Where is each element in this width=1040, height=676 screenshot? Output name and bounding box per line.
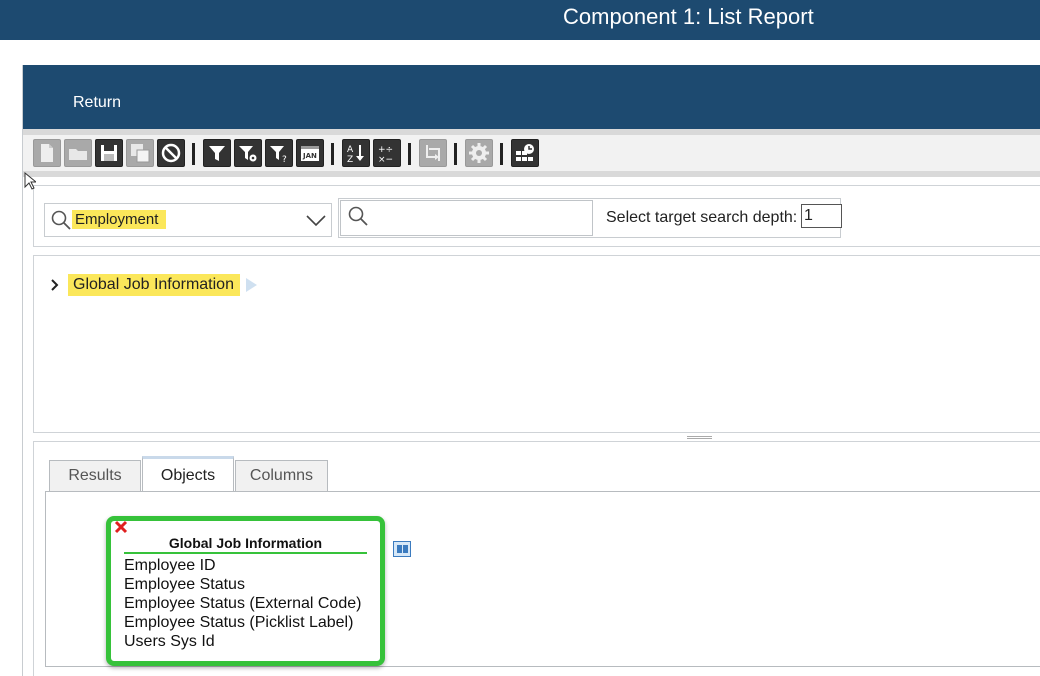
toolbar-separator xyxy=(454,143,457,165)
object-field[interactable]: Employee Status (External Code) xyxy=(124,594,361,613)
filter-settings-button[interactable] xyxy=(234,139,262,167)
save-as-button[interactable] xyxy=(126,139,154,167)
folder-icon xyxy=(69,149,87,160)
category-dropdown[interactable]: Employment xyxy=(44,203,332,237)
search-depth-label: Select target search depth: xyxy=(606,209,798,226)
save-button[interactable] xyxy=(95,139,123,167)
bottom-panel: Results Objects Columns Global Job Infor… xyxy=(33,441,1040,676)
cancel-button[interactable] xyxy=(157,139,185,167)
floppy-icon xyxy=(101,145,117,161)
search-box: Select target search depth: 1 xyxy=(338,198,842,238)
svg-text:A: A xyxy=(347,145,354,155)
document-icon xyxy=(41,144,53,162)
chevron-down-icon[interactable] xyxy=(305,211,327,229)
object-field[interactable]: Employee Status (Picklist Label) xyxy=(124,613,361,632)
gear-icon xyxy=(469,143,489,163)
svg-text:×−: ×− xyxy=(378,155,393,164)
floppy-copy-icon xyxy=(131,144,150,163)
object-field-list: Employee ID Employee Status Employee Sta… xyxy=(124,556,361,651)
toolbar: ? JAN AZ +÷ ×− xyxy=(23,129,1040,177)
new-document-button[interactable] xyxy=(33,139,61,167)
sort-az-icon: AZ xyxy=(347,145,364,164)
search-icon xyxy=(348,206,368,226)
plus-minus-times-icon: +÷×− xyxy=(378,145,393,164)
chevron-right-icon[interactable] xyxy=(50,279,60,291)
tree-node-label: Global Job Information xyxy=(68,274,240,296)
object-field[interactable]: Employee Status xyxy=(124,575,361,594)
close-icon[interactable] xyxy=(114,520,128,534)
tab-objects[interactable]: Objects xyxy=(142,456,234,493)
filter-gear-icon xyxy=(239,146,257,162)
filter-prompt-button[interactable]: ? xyxy=(265,139,293,167)
svg-text:?: ? xyxy=(282,155,287,164)
title-bar: Component 1: List Report xyxy=(0,0,1040,40)
panel-splitter[interactable] xyxy=(687,436,712,439)
category-value: Employment xyxy=(72,210,167,229)
search-depth-input[interactable]: 1 xyxy=(801,204,842,228)
filter-question-icon: ? xyxy=(270,146,287,164)
svg-text:Z: Z xyxy=(347,155,353,164)
join-button[interactable] xyxy=(419,139,447,167)
object-card[interactable]: Global Job Information Employee ID Emplo… xyxy=(106,516,385,666)
grid-clock-icon xyxy=(516,144,534,161)
svg-text:+÷: +÷ xyxy=(378,145,393,155)
calculation-button[interactable]: +÷ ×− xyxy=(373,139,401,167)
tab-columns[interactable]: Columns xyxy=(235,460,328,492)
return-link[interactable]: Return xyxy=(73,94,121,112)
calendar-jan-icon: JAN xyxy=(301,146,319,161)
search-area: Employment Select target search depth: 1 xyxy=(33,185,1040,247)
tab-results[interactable]: Results xyxy=(49,460,141,492)
mouse-cursor-icon xyxy=(24,172,36,190)
table-view-icon[interactable] xyxy=(393,541,411,557)
no-entry-icon xyxy=(161,143,181,163)
tree-node-global-job-information[interactable]: Global Job Information xyxy=(50,272,257,298)
object-card-title: Global Job Information xyxy=(124,535,367,554)
open-folder-button[interactable] xyxy=(64,139,92,167)
toolbar-separator xyxy=(500,143,503,165)
search-input[interactable] xyxy=(340,200,593,236)
toolbar-separator xyxy=(192,143,195,165)
toolbar-separator xyxy=(408,143,411,165)
date-filter-button[interactable]: JAN xyxy=(296,139,324,167)
report-panel: Return ? JAN A Z +÷ ×− Employment Select… xyxy=(22,65,1040,676)
search-icon xyxy=(51,210,71,230)
join-arrows-icon xyxy=(426,145,440,161)
filter-icon xyxy=(209,146,225,161)
object-field[interactable]: Employee ID xyxy=(124,556,361,575)
sort-button[interactable]: AZ xyxy=(342,139,370,167)
object-tree: Global Job Information xyxy=(33,255,1040,433)
panel-header: Return xyxy=(23,65,1040,129)
object-field[interactable]: Users Sys Id xyxy=(124,632,361,651)
toolbar-separator xyxy=(331,143,334,165)
filter-button[interactable] xyxy=(203,139,231,167)
window-title: Component 1: List Report xyxy=(563,4,814,29)
settings-button[interactable] xyxy=(465,139,493,167)
objects-tab-panel: Global Job Information Employee ID Emplo… xyxy=(45,491,1040,667)
schedule-button[interactable] xyxy=(511,139,539,167)
svg-text:JAN: JAN xyxy=(302,152,317,160)
drag-handle-icon[interactable] xyxy=(245,278,257,292)
